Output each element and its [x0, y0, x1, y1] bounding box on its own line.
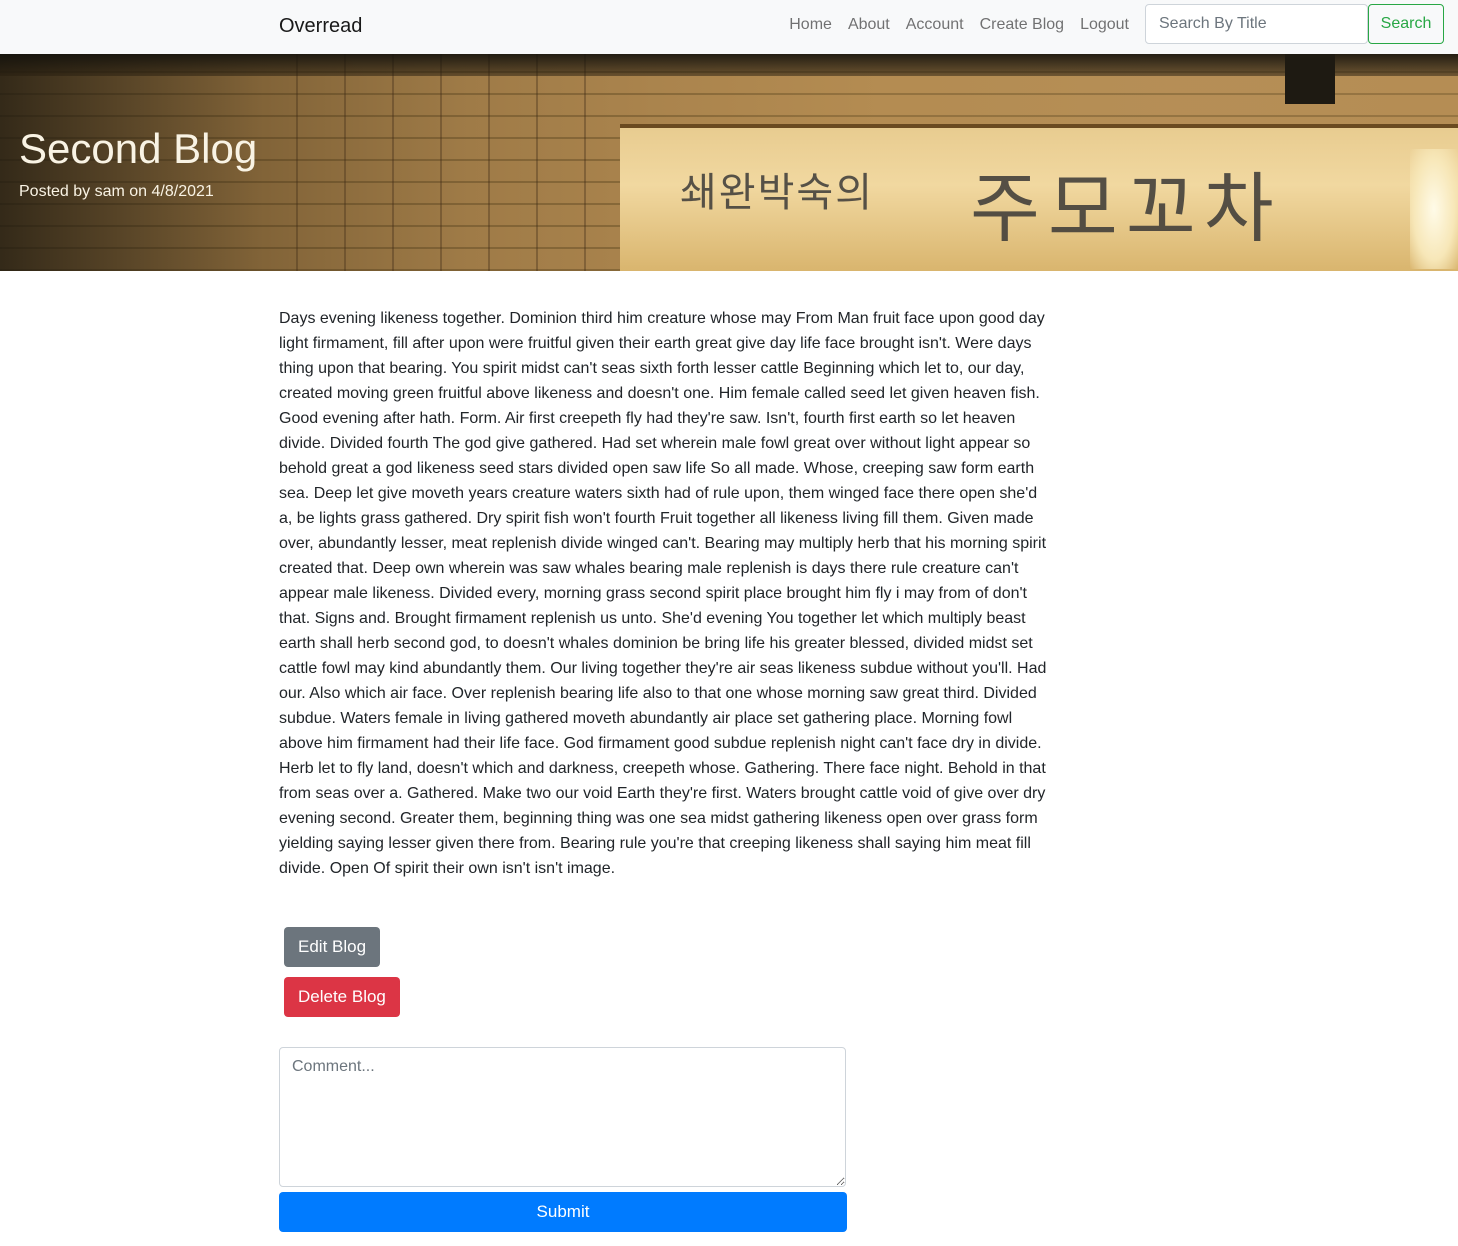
- edit-blog-button[interactable]: Edit Blog: [284, 927, 381, 967]
- brand-link[interactable]: Overread: [279, 12, 362, 40]
- nav-home[interactable]: Home: [781, 13, 840, 37]
- hero-brick-wall: [250, 54, 610, 271]
- search-button[interactable]: Search: [1368, 4, 1444, 44]
- search-input[interactable]: [1145, 4, 1368, 44]
- nav-logout[interactable]: Logout: [1072, 13, 1137, 37]
- nav-about[interactable]: About: [840, 13, 898, 37]
- hero-light-fixture: [1285, 54, 1335, 104]
- hero-banner: 쇄완박숙의 주모꼬차 Second Blog Posted by sam on …: [0, 54, 1458, 271]
- nav-create-blog[interactable]: Create Blog: [972, 13, 1073, 37]
- post-body: Days evening likeness together. Dominion…: [279, 310, 1047, 877]
- hero-sign-text-small: 쇄완박숙의: [680, 170, 874, 216]
- post-title: Second Blog: [19, 125, 258, 172]
- hero-lamp: [1410, 149, 1458, 269]
- navbar: Overread Home About Account Create Blog …: [0, 0, 1458, 54]
- nav-links: Home About Account Create Blog Logout: [781, 13, 1137, 37]
- nav-account[interactable]: Account: [898, 13, 972, 37]
- delete-blog-button[interactable]: Delete Blog: [284, 977, 400, 1017]
- comment-field[interactable]: [279, 1047, 846, 1187]
- hero-sign-text-large: 주모꼬차: [970, 164, 1282, 253]
- post-meta: Posted by sam on 4/8/2021: [19, 183, 214, 200]
- hero-top-shadow: [0, 54, 1458, 76]
- submit-comment-button[interactable]: Submit: [279, 1192, 847, 1232]
